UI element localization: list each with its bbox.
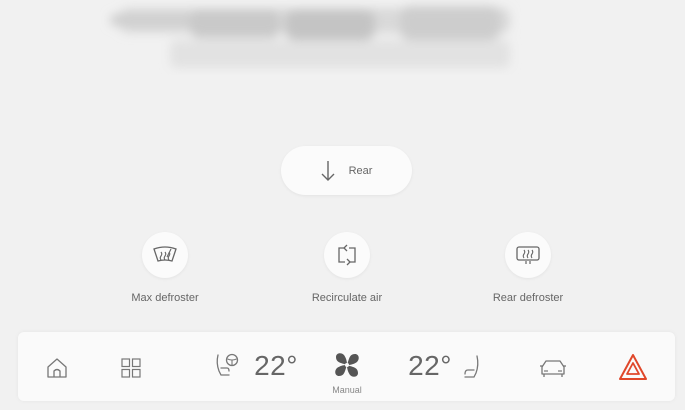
apps-button[interactable]: [119, 356, 143, 380]
arrow-down-icon: [321, 160, 335, 181]
driver-temperature[interactable]: 22°: [246, 346, 306, 386]
rear-defroster-label: Rear defroster: [492, 292, 564, 304]
max-defroster-icon: [153, 246, 177, 262]
rear-airflow-label: Rear: [348, 164, 373, 177]
fan-mode-label: Manual: [332, 385, 362, 395]
passenger-temperature-value: 22°: [408, 350, 452, 381]
hazard-icon: [619, 354, 647, 380]
hazard-button[interactable]: [618, 352, 648, 382]
home-icon: [47, 358, 67, 378]
car-icon: [540, 360, 566, 377]
rear-defroster-circle[interactable]: [505, 232, 551, 278]
driver-temperature-value: 22°: [254, 350, 298, 381]
climate-screen: Rear Max defroster Recirculate air Rear …: [0, 0, 685, 410]
recirculate-air-button[interactable]: Recirculate air: [277, 232, 417, 304]
driver-seat-steering-icon: [216, 353, 239, 376]
max-defroster-button[interactable]: Max defroster: [95, 232, 235, 304]
car-button[interactable]: [538, 356, 568, 380]
passenger-temperature[interactable]: 22°: [400, 346, 460, 386]
fan-button[interactable]: [330, 348, 364, 382]
bottom-bar: 22° Manual 22°: [18, 332, 675, 401]
recirculate-icon: [338, 244, 356, 266]
fan-icon: [335, 353, 359, 377]
driver-seat-button[interactable]: [212, 350, 244, 382]
recirculate-air-label: Recirculate air: [311, 292, 383, 304]
rear-airflow-button[interactable]: Rear: [281, 146, 412, 195]
recirculate-air-circle[interactable]: [324, 232, 370, 278]
passenger-seat-button[interactable]: [458, 352, 484, 382]
passenger-seat-icon: [464, 355, 479, 378]
max-defroster-label: Max defroster: [131, 292, 199, 304]
home-button[interactable]: [44, 355, 70, 381]
rear-defroster-icon: [516, 246, 540, 264]
max-defroster-circle[interactable]: [142, 232, 188, 278]
car-seats-illustration: [110, 6, 510, 68]
rear-defroster-button[interactable]: Rear defroster: [458, 232, 598, 304]
apps-grid-icon: [121, 358, 141, 378]
